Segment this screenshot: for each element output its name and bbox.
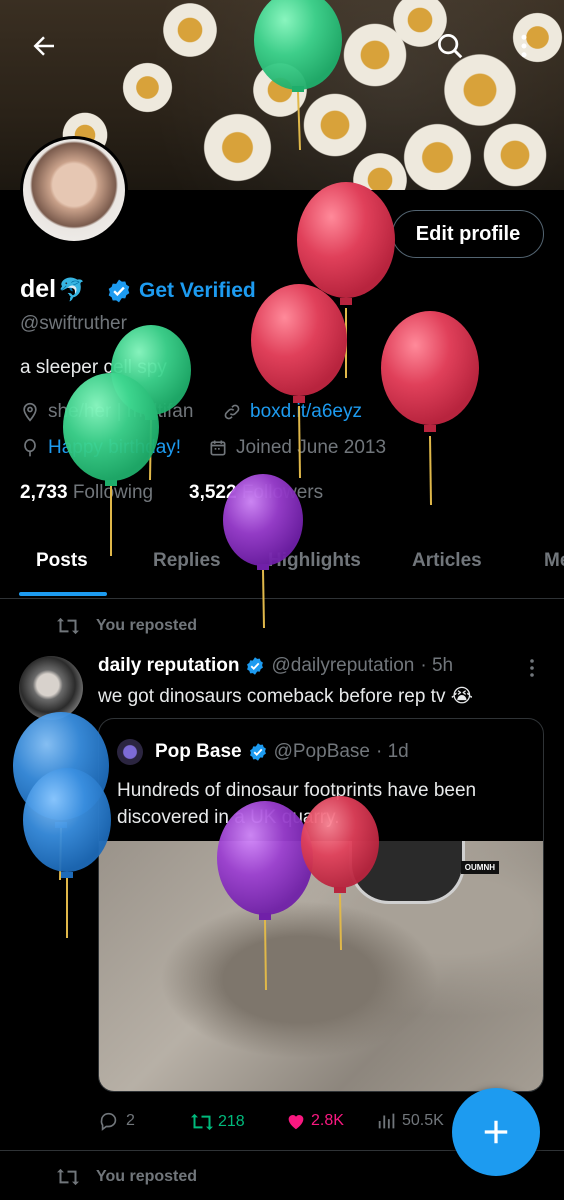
quote-media-image[interactable]: OUMNH xyxy=(99,841,543,1091)
tab-active-indicator xyxy=(19,592,107,596)
joined-row: Joined June 2013 xyxy=(208,437,386,459)
tabs-divider xyxy=(0,598,564,599)
birthday-text[interactable]: Happy birthday! xyxy=(48,437,181,459)
link-icon xyxy=(224,404,240,420)
pronouns-text: she/her | multifan xyxy=(48,401,194,422)
avatar[interactable] xyxy=(20,136,128,244)
post-time: · 5h xyxy=(420,655,454,676)
post-header: daily reputation @dailyreputation · 5h xyxy=(98,655,453,677)
like-action[interactable]: 2.8K xyxy=(285,1110,344,1132)
following-label: Following xyxy=(72,482,154,503)
repost-action[interactable]: 218 xyxy=(190,1110,245,1134)
website-row[interactable]: boxd.it/a6eyz xyxy=(222,401,362,423)
followers-label: Followers xyxy=(241,482,324,503)
calendar-icon xyxy=(210,440,226,456)
quote-author-avatar xyxy=(117,739,143,765)
tab-articles[interactable]: Articles xyxy=(412,550,482,572)
repost-count: 218 xyxy=(218,1113,245,1130)
repost-indicator: You reposted xyxy=(56,614,197,638)
compose-post-button[interactable] xyxy=(452,1088,540,1176)
dolphin-emoji: 🐬 xyxy=(58,276,86,302)
like-count: 2.8K xyxy=(311,1112,344,1129)
tab-posts[interactable]: Posts xyxy=(36,550,88,572)
display-name-text: del xyxy=(20,275,57,303)
following-stat[interactable]: 2,733 Following xyxy=(20,482,153,504)
quote-text: Hundreds of dinosaur footprints have bee… xyxy=(117,780,477,828)
views-action[interactable]: 50.5K xyxy=(376,1110,444,1132)
media-watermark: OUMNH xyxy=(460,861,499,874)
post-author-handle[interactable]: @dailyreputation xyxy=(271,655,414,677)
joined-text: Joined June 2013 xyxy=(236,437,387,458)
pronouns-row: she/her | multifan xyxy=(20,401,193,423)
profile-bio: a sleeper cell spy xyxy=(20,357,167,378)
profile-handle: @swiftruther xyxy=(20,313,127,334)
display-name: del 🐬 xyxy=(20,275,86,304)
quote-author-handle: @PopBase xyxy=(273,741,370,762)
reply-action[interactable]: 2 xyxy=(98,1110,135,1132)
post-text: we got dinosaurs comeback before rep tv … xyxy=(98,686,473,707)
quote-time: · 1d xyxy=(376,741,409,762)
repost-icon xyxy=(191,1113,213,1131)
views-icon xyxy=(378,1113,395,1129)
search-button[interactable] xyxy=(430,26,470,66)
tab-replies[interactable]: Replies xyxy=(153,550,221,572)
website-link[interactable]: boxd.it/a6eyz xyxy=(250,401,362,423)
repost-indicator-2: You reposted xyxy=(56,1165,197,1189)
quote-author-name: Pop Base xyxy=(155,741,242,762)
quote-header: Pop Base @PopBase · 1d xyxy=(155,741,409,763)
balloon-red xyxy=(381,311,479,506)
repost-icon xyxy=(57,1168,79,1186)
search-icon xyxy=(438,34,463,59)
balloon-icon xyxy=(24,438,36,457)
balloon-red xyxy=(297,182,395,378)
verified-badge-icon xyxy=(247,657,264,675)
get-verified-link[interactable]: Get Verified xyxy=(139,279,256,303)
reply-icon xyxy=(100,1112,117,1131)
arrow-left-icon xyxy=(33,36,54,56)
quoted-post[interactable]: Pop Base @PopBase · 1d Hundreds of dinos… xyxy=(98,718,544,1092)
edit-profile-button[interactable]: Edit profile xyxy=(392,210,544,258)
post-author-avatar[interactable] xyxy=(19,656,83,720)
verified-badge-icon xyxy=(108,279,130,303)
followers-count: 3,522 xyxy=(189,482,237,503)
repost-label: You reposted xyxy=(96,617,198,634)
repost-label-2: You reposted xyxy=(96,1168,198,1185)
repost-icon xyxy=(57,617,79,635)
plus-icon xyxy=(484,1120,508,1144)
heart-icon xyxy=(288,1115,304,1130)
tab-media[interactable]: Me xyxy=(544,550,564,572)
post-more-button[interactable] xyxy=(520,656,544,680)
more-vertical-icon xyxy=(530,659,534,677)
followers-stat[interactable]: 3,522 Followers xyxy=(189,482,323,504)
back-button[interactable] xyxy=(24,26,64,66)
tab-highlights[interactable]: Highlights xyxy=(268,550,361,572)
location-icon xyxy=(23,402,37,422)
following-count: 2,733 xyxy=(20,482,68,503)
post-author-name[interactable]: daily reputation xyxy=(98,655,239,677)
verified-badge-icon xyxy=(249,743,266,761)
more-button[interactable] xyxy=(504,26,544,66)
more-vertical-icon xyxy=(521,34,527,58)
views-count: 50.5K xyxy=(402,1112,444,1129)
reply-count: 2 xyxy=(126,1112,135,1129)
birthday-row: Happy birthday! xyxy=(20,437,181,459)
balloon-blue xyxy=(13,712,109,881)
